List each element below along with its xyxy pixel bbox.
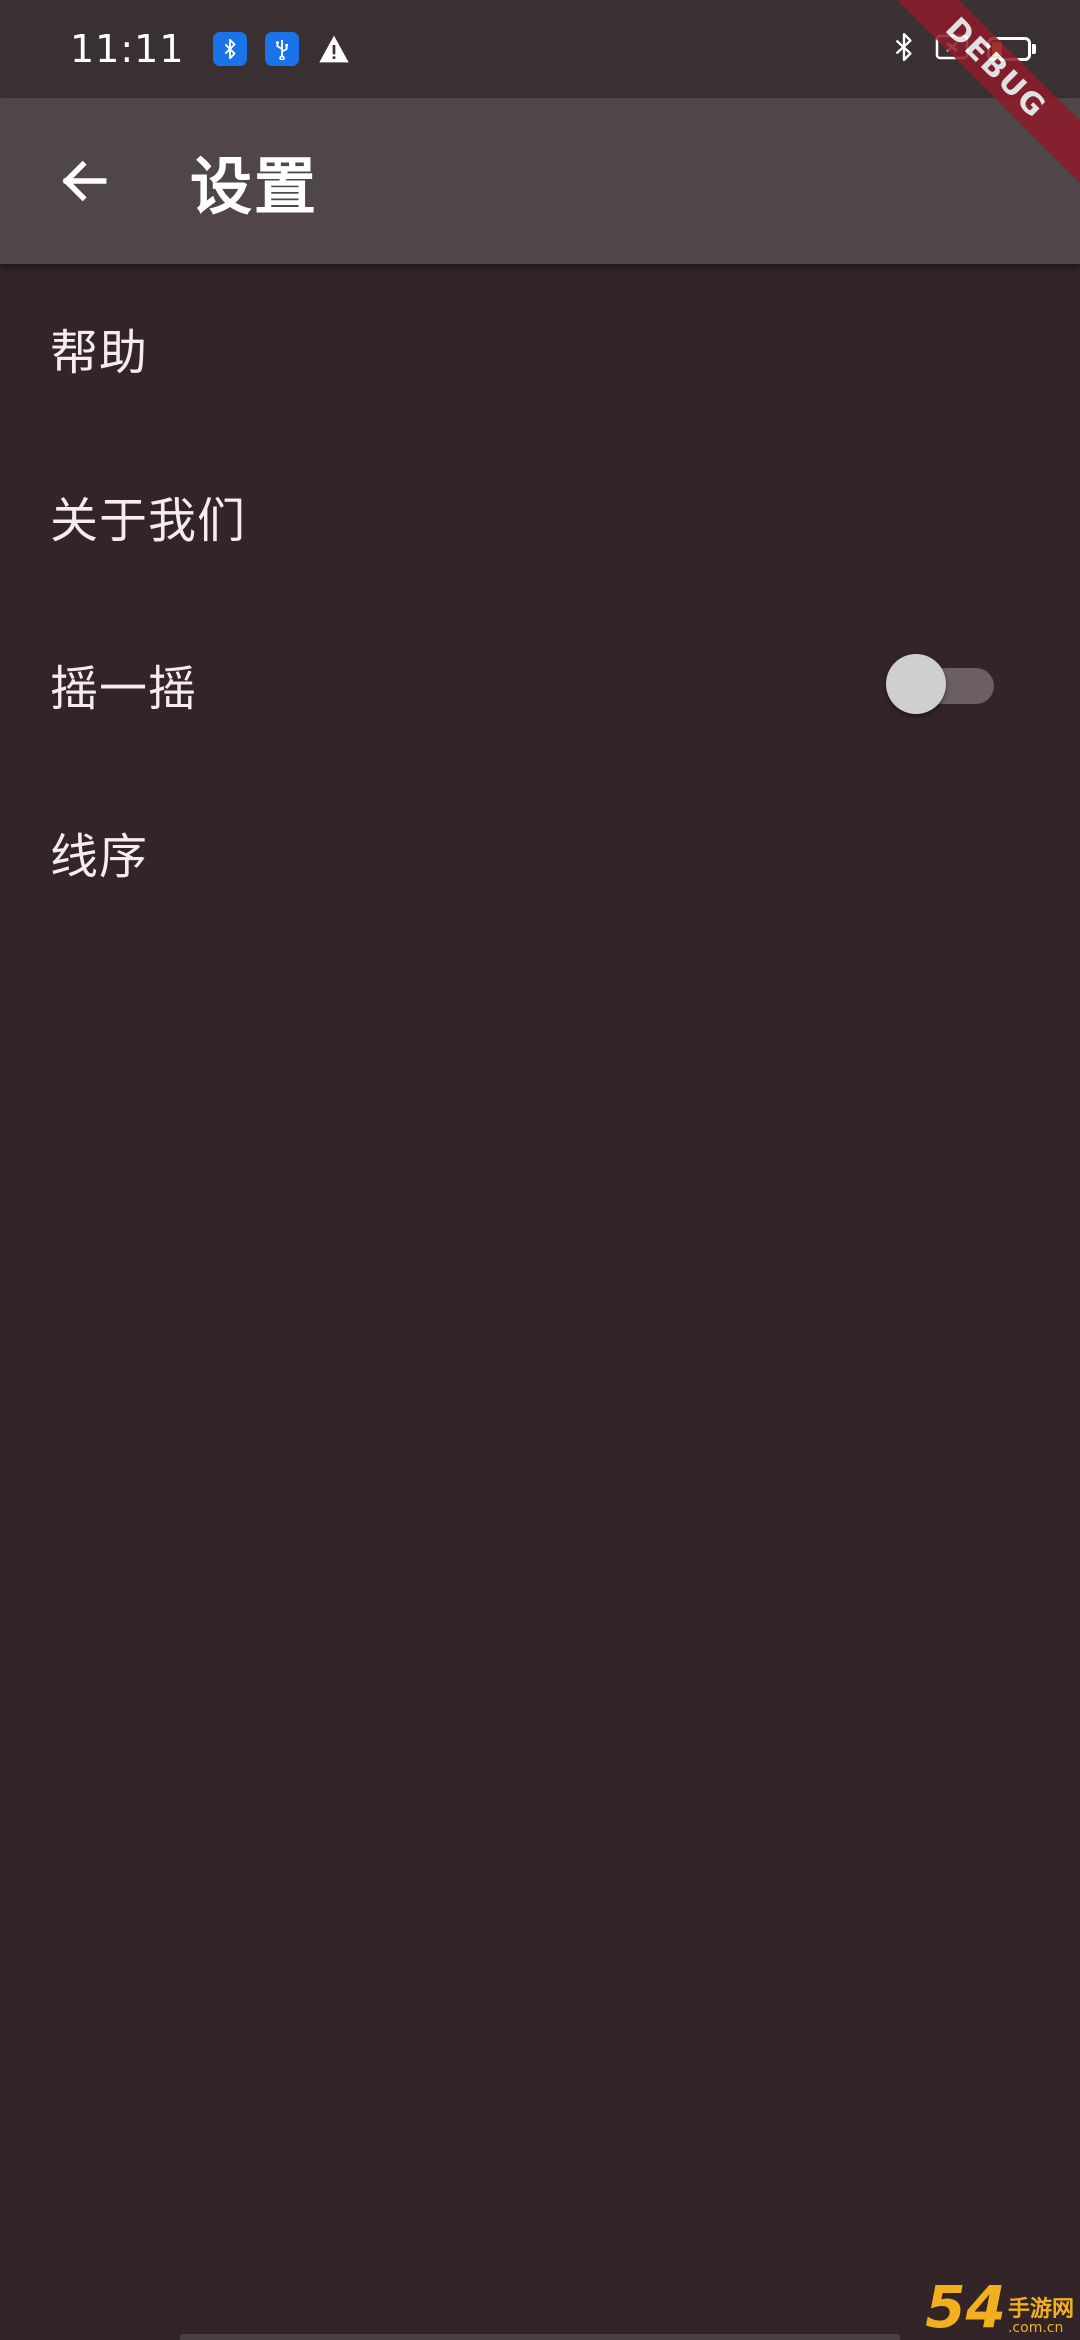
- watermark-text: 手游网: [1007, 2297, 1074, 2323]
- settings-item-label: 关于我们: [50, 493, 247, 549]
- settings-item-label: 线序: [50, 829, 149, 885]
- warning-icon: [317, 32, 351, 66]
- back-button[interactable]: [30, 126, 140, 236]
- switch-thumb: [886, 654, 946, 714]
- page-title: 设置: [190, 150, 319, 223]
- bluetooth-notification-icon: [212, 32, 247, 66]
- settings-item-label: 帮助: [50, 325, 149, 381]
- settings-item-label: 摇一摇: [50, 661, 198, 717]
- navigation-bar-hint: [180, 2334, 900, 2340]
- watermark-logo: 54 手游网 .com.cn: [925, 2278, 1074, 2336]
- watermark-number: 54: [925, 2273, 1006, 2340]
- shake-toggle-switch[interactable]: [886, 654, 994, 714]
- usb-notification-icon: [264, 32, 299, 66]
- app-bar: 设置: [0, 98, 1080, 264]
- settings-item-wire-order[interactable]: 线序: [0, 768, 1080, 936]
- settings-list: 帮助 关于我们 摇一摇 线序: [0, 264, 1080, 936]
- bluetooth-icon: [891, 32, 917, 66]
- settings-item-shake[interactable]: 摇一摇: [0, 600, 1080, 768]
- settings-screen: 11:11 DEBUG 设置 帮助 关于我们 摇一摇 线序 54 手游网 .co…: [0, 0, 1080, 2340]
- watermark-domain: .com.cn: [1007, 2320, 1064, 2337]
- arrow-left-icon: [62, 160, 107, 202]
- settings-item-about-us[interactable]: 关于我们: [0, 432, 1080, 600]
- settings-item-help[interactable]: 帮助: [0, 264, 1080, 432]
- status-time: 11:11: [70, 27, 185, 71]
